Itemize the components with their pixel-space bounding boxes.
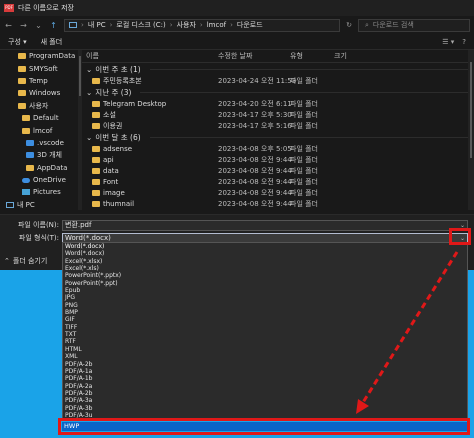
dashed-arrow-line xyxy=(360,251,459,405)
dashed-arrow-annotation xyxy=(356,251,459,414)
arrow-head xyxy=(356,399,369,414)
